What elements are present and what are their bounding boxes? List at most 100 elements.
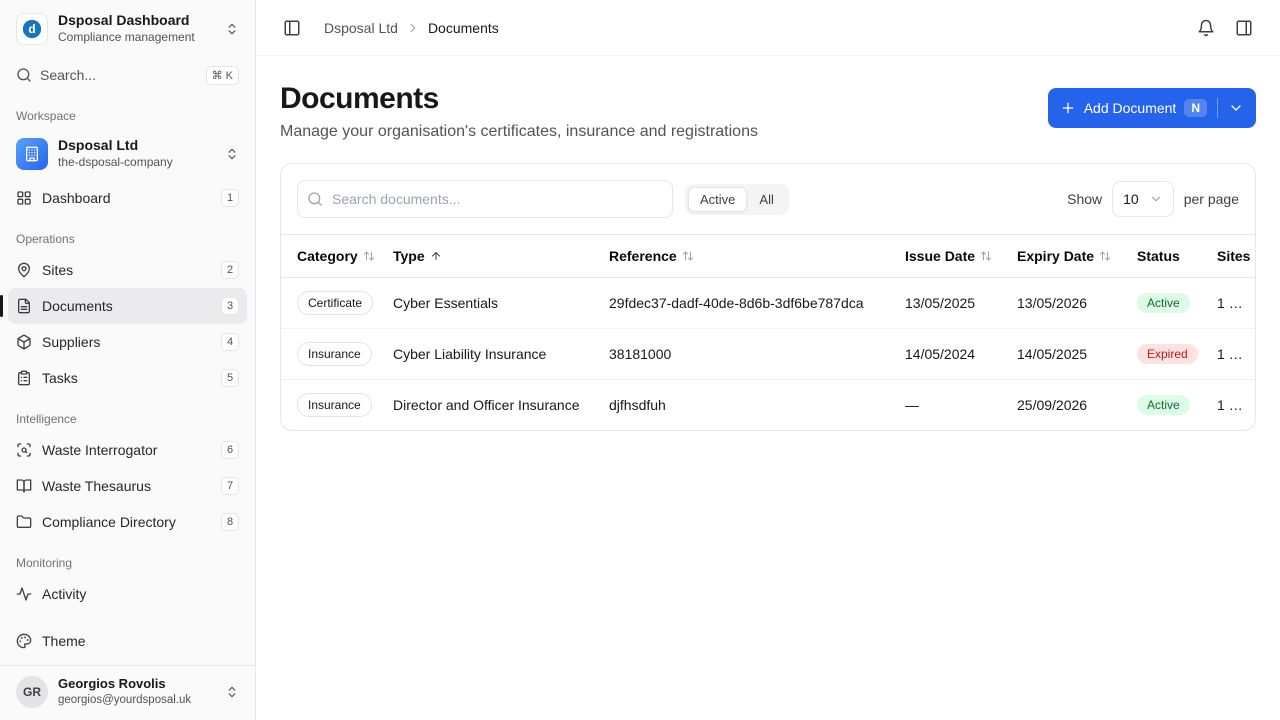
sidebar-item-dashboard[interactable]: Dashboard 1 xyxy=(8,180,247,216)
documents-card: Active All Show 10 per page Category Typ… xyxy=(280,163,1256,431)
sidebar-nav: d Dsposal Dashboard Compliance managemen… xyxy=(0,0,255,621)
sort-icon xyxy=(1099,250,1111,262)
scan-search-icon xyxy=(16,442,32,458)
count-badge: 2 xyxy=(221,261,239,279)
user-name: Georgios Rovolis xyxy=(58,676,215,693)
filter-tab-active[interactable]: Active xyxy=(688,187,747,212)
sidebar-toggle-button[interactable] xyxy=(276,12,308,44)
category-badge: Insurance xyxy=(297,393,372,417)
add-document-button[interactable]: Add Document N xyxy=(1048,88,1256,128)
user-menu[interactable]: GR Georgios Rovolis georgios@yourdsposal… xyxy=(0,665,255,720)
table-row[interactable]: Insurance Cyber Liability Insurance 3818… xyxy=(281,329,1255,380)
count-badge: 7 xyxy=(221,477,239,495)
documents-search-input[interactable] xyxy=(297,180,673,218)
breadcrumb: Dsposal Ltd Documents xyxy=(324,20,499,36)
column-header-issue-date[interactable]: Issue Date xyxy=(905,248,1001,264)
chevron-down-icon[interactable] xyxy=(1228,100,1244,116)
add-document-label: Add Document xyxy=(1084,100,1177,116)
sidebar-item-compliance-directory[interactable]: Compliance Directory 8 xyxy=(8,504,247,540)
column-header-status: Status xyxy=(1137,248,1201,264)
sidebar-item-activity[interactable]: Activity xyxy=(8,576,247,612)
svg-text:d: d xyxy=(28,22,35,36)
chevron-down-icon xyxy=(1149,192,1163,206)
page-size-select[interactable]: 10 xyxy=(1112,181,1174,217)
issue-date-cell: 14/05/2024 xyxy=(897,329,1009,380)
category-badge: Insurance xyxy=(297,342,372,366)
package-icon xyxy=(16,334,32,350)
reference-cell: 38181000 xyxy=(601,329,897,380)
sidebar: d Dsposal Dashboard Compliance managemen… xyxy=(0,0,256,720)
type-cell: Director and Officer Insurance xyxy=(385,380,601,431)
section-intelligence: Intelligence xyxy=(16,412,239,426)
search-icon xyxy=(16,67,32,83)
column-header-type[interactable]: Type xyxy=(393,248,593,264)
sidebar-item-documents[interactable]: Documents 3 xyxy=(8,288,247,324)
show-label: Show xyxy=(1067,191,1102,207)
activity-icon xyxy=(16,586,32,602)
chevron-right-icon xyxy=(406,21,420,35)
count-badge: 3 xyxy=(221,297,239,315)
section-workspace: Workspace xyxy=(16,109,239,123)
app-title: Dsposal Dashboard xyxy=(58,12,215,30)
theme-toggle[interactable]: Theme xyxy=(8,623,247,659)
plus-icon xyxy=(1060,100,1076,116)
status-filter-tabs: Active All xyxy=(685,184,789,215)
sidebar-item-tasks[interactable]: Tasks 5 xyxy=(8,360,247,396)
filter-tab-all[interactable]: All xyxy=(747,187,785,212)
avatar: GR xyxy=(16,676,48,708)
status-badge: Active xyxy=(1137,293,1190,313)
status-badge: Expired xyxy=(1137,344,1198,364)
reference-cell: djfhsdfuh xyxy=(601,380,897,431)
sort-icon xyxy=(363,250,375,262)
notifications-button[interactable] xyxy=(1190,12,1222,44)
building-icon xyxy=(16,138,48,170)
reference-cell: 29fdec37-dadf-40de-8d6b-3df6be787dca xyxy=(601,278,897,329)
sidebar-search-label: Search... xyxy=(40,67,198,83)
documents-table: Category Type Reference Issue Date Expir… xyxy=(281,234,1255,430)
right-panel-toggle-button[interactable] xyxy=(1228,12,1260,44)
sidebar-item-waste-interrogator[interactable]: Waste Interrogator 6 xyxy=(8,432,247,468)
column-header-reference[interactable]: Reference xyxy=(609,248,889,264)
type-cell: Cyber Essentials xyxy=(385,278,601,329)
section-monitoring: Monitoring xyxy=(16,556,239,570)
topbar: Dsposal Ltd Documents xyxy=(256,0,1280,56)
table-row[interactable]: Certificate Cyber Essentials 29fdec37-da… xyxy=(281,278,1255,329)
bell-icon xyxy=(1197,19,1215,37)
per-page-label: per page xyxy=(1184,191,1239,207)
page-size-value: 10 xyxy=(1123,191,1139,207)
search-shortcut-badge: ⌘ K xyxy=(206,66,239,85)
page-subtitle: Manage your organisation's certificates,… xyxy=(280,123,758,141)
count-badge: 4 xyxy=(221,333,239,351)
expiry-date-cell: 14/05/2025 xyxy=(1009,329,1129,380)
issue-date-cell: — xyxy=(897,380,1009,431)
page-header: Documents Manage your organisation's cer… xyxy=(256,56,1280,141)
panel-left-icon xyxy=(283,19,301,37)
page-title: Documents xyxy=(280,82,758,115)
chevrons-up-down-icon xyxy=(225,685,239,699)
app-switcher[interactable]: d Dsposal Dashboard Compliance managemen… xyxy=(0,0,255,53)
issue-date-cell: 13/05/2025 xyxy=(897,278,1009,329)
map-pin-icon xyxy=(16,262,32,278)
user-email: georgios@yourdsposal.uk xyxy=(58,693,215,708)
grid-icon xyxy=(16,190,32,206)
sidebar-item-sites[interactable]: Sites 2 xyxy=(8,252,247,288)
app-logo: d xyxy=(16,13,48,45)
expiry-date-cell: 25/09/2026 xyxy=(1009,380,1129,431)
workspace-name: Dsposal Ltd xyxy=(58,137,215,155)
breadcrumb-current: Documents xyxy=(428,20,499,36)
column-header-category[interactable]: Category xyxy=(297,248,377,264)
column-header-expiry-date[interactable]: Expiry Date xyxy=(1017,248,1121,264)
sidebar-item-waste-thesaurus[interactable]: Waste Thesaurus 7 xyxy=(8,468,247,504)
status-badge: Active xyxy=(1137,395,1190,415)
workspace-switcher[interactable]: Dsposal Ltd the-dsposal-company xyxy=(8,129,247,178)
sidebar-item-suppliers[interactable]: Suppliers 4 xyxy=(8,324,247,360)
file-text-icon xyxy=(16,298,32,314)
sidebar-search[interactable]: Search... ⌘ K xyxy=(8,57,247,93)
workspace-slug: the-dsposal-company xyxy=(58,155,215,171)
book-open-icon xyxy=(16,478,32,494)
column-header-sites: Sites xyxy=(1217,248,1247,264)
count-badge: 5 xyxy=(221,369,239,387)
table-row[interactable]: Insurance Director and Officer Insurance… xyxy=(281,380,1255,431)
add-document-shortcut: N xyxy=(1184,99,1207,117)
breadcrumb-workspace[interactable]: Dsposal Ltd xyxy=(324,20,398,36)
